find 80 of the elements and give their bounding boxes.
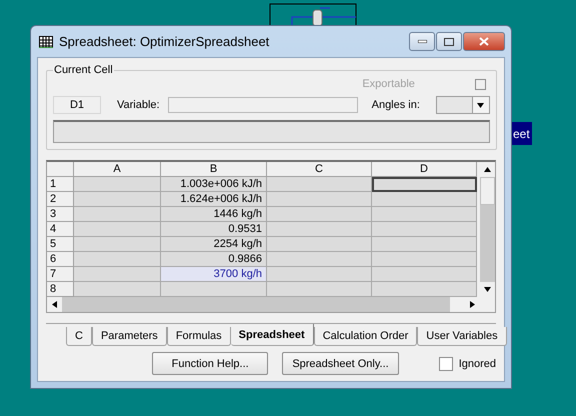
table-cell[interactable] xyxy=(267,282,372,297)
column-header[interactable]: B xyxy=(161,162,267,177)
tab[interactable]: User Variables xyxy=(417,327,507,346)
close-icon xyxy=(479,37,489,46)
table-cell[interactable] xyxy=(372,192,477,207)
table-cell[interactable]: 1.003e+006 kJ/h xyxy=(161,177,267,192)
table-cell[interactable] xyxy=(74,207,161,222)
table-cell[interactable] xyxy=(74,192,161,207)
table-cell[interactable] xyxy=(267,222,372,237)
table-cell[interactable] xyxy=(372,222,477,237)
maximize-icon xyxy=(444,38,454,46)
window-label: eet xyxy=(512,122,532,145)
up-arrow-icon xyxy=(484,167,491,172)
maximize-button[interactable] xyxy=(436,32,462,51)
left-arrow-icon xyxy=(52,301,57,308)
variable-field[interactable] xyxy=(168,97,358,113)
table-cell[interactable] xyxy=(372,282,477,297)
table-cell[interactable] xyxy=(74,282,161,297)
caret-icon xyxy=(477,102,484,108)
formula-field[interactable] xyxy=(53,120,490,143)
table-cell[interactable] xyxy=(267,207,372,222)
table-cell[interactable] xyxy=(267,252,372,267)
row-header[interactable]: 6 xyxy=(47,252,74,267)
group-title: Current Cell xyxy=(53,64,114,76)
table-cell[interactable]: 0.9866 xyxy=(161,252,267,267)
table-cell[interactable] xyxy=(372,207,477,222)
field-label: Angles in: xyxy=(372,99,420,111)
column-header[interactable]: A xyxy=(74,162,161,177)
table-cell[interactable] xyxy=(267,177,372,192)
row-header[interactable]: 3 xyxy=(47,207,74,222)
minimize-button[interactable] xyxy=(409,32,435,51)
table-cell[interactable] xyxy=(161,282,267,297)
tab[interactable]: Spreadsheet xyxy=(230,324,314,346)
table-cell[interactable] xyxy=(74,267,161,282)
tab[interactable]: Parameters xyxy=(92,327,167,346)
function-help-button[interactable]: Function Help... xyxy=(152,352,268,375)
checkbox-label: Exportable xyxy=(362,78,415,90)
column-header[interactable]: C xyxy=(267,162,372,177)
minimize-icon xyxy=(418,40,426,43)
checkbox-label: Ignored xyxy=(458,358,496,370)
table-cell[interactable] xyxy=(267,237,372,252)
tab[interactable]: C xyxy=(66,327,92,346)
spreadsheet-only-button[interactable]: Spreadsheet Only... xyxy=(282,352,399,375)
table-cell[interactable]: 2254 kg/h xyxy=(161,237,267,252)
close-button[interactable] xyxy=(463,32,505,51)
table-cell[interactable] xyxy=(267,267,372,282)
row-header[interactable]: 5 xyxy=(47,237,74,252)
table-cell[interactable] xyxy=(372,267,477,282)
down-arrow-icon xyxy=(484,287,491,292)
cell-reference: D1 xyxy=(53,96,101,114)
row-header[interactable]: 1 xyxy=(47,177,74,192)
table-cell[interactable]: 0.9531 xyxy=(161,222,267,237)
vertical-scrollbar[interactable] xyxy=(480,162,495,297)
row-header[interactable]: 4 xyxy=(47,222,74,237)
row-header[interactable]: 2 xyxy=(47,192,74,207)
horizontal-scrollbar[interactable] xyxy=(47,297,480,312)
table-cell[interactable] xyxy=(74,177,161,192)
tab[interactable]: Formulas xyxy=(166,327,231,346)
table-cell[interactable]: 1.624e+006 kJ/h xyxy=(161,192,267,207)
table-cell[interactable] xyxy=(372,177,477,192)
table-cell[interactable] xyxy=(74,237,161,252)
table-cell[interactable]: 1446 kg/h xyxy=(161,207,267,222)
angles-dropdown[interactable] xyxy=(436,96,490,114)
tab[interactable]: Calculation Order xyxy=(314,327,418,346)
scrollbar-thumb[interactable] xyxy=(450,297,465,312)
table-cell[interactable] xyxy=(74,252,161,267)
column-header[interactable]: D xyxy=(372,162,477,177)
table-cell[interactable] xyxy=(372,252,477,267)
scrollbar-thumb[interactable] xyxy=(480,177,495,205)
row-header[interactable]: 8 xyxy=(47,282,74,297)
window-title: Spreadsheet: OptimizerSpreadsheet xyxy=(59,34,270,49)
spreadsheet-icon xyxy=(39,36,53,48)
right-arrow-icon xyxy=(470,301,475,308)
row-header[interactable]: 7 xyxy=(47,267,74,282)
ignored-checkbox[interactable] xyxy=(438,356,453,370)
table-cell[interactable] xyxy=(267,192,372,207)
table-cell[interactable] xyxy=(372,237,477,252)
table-cell[interactable]: 3700 kg/h xyxy=(161,267,267,282)
field-label: Variable: xyxy=(117,99,160,111)
table-cell[interactable] xyxy=(74,222,161,237)
